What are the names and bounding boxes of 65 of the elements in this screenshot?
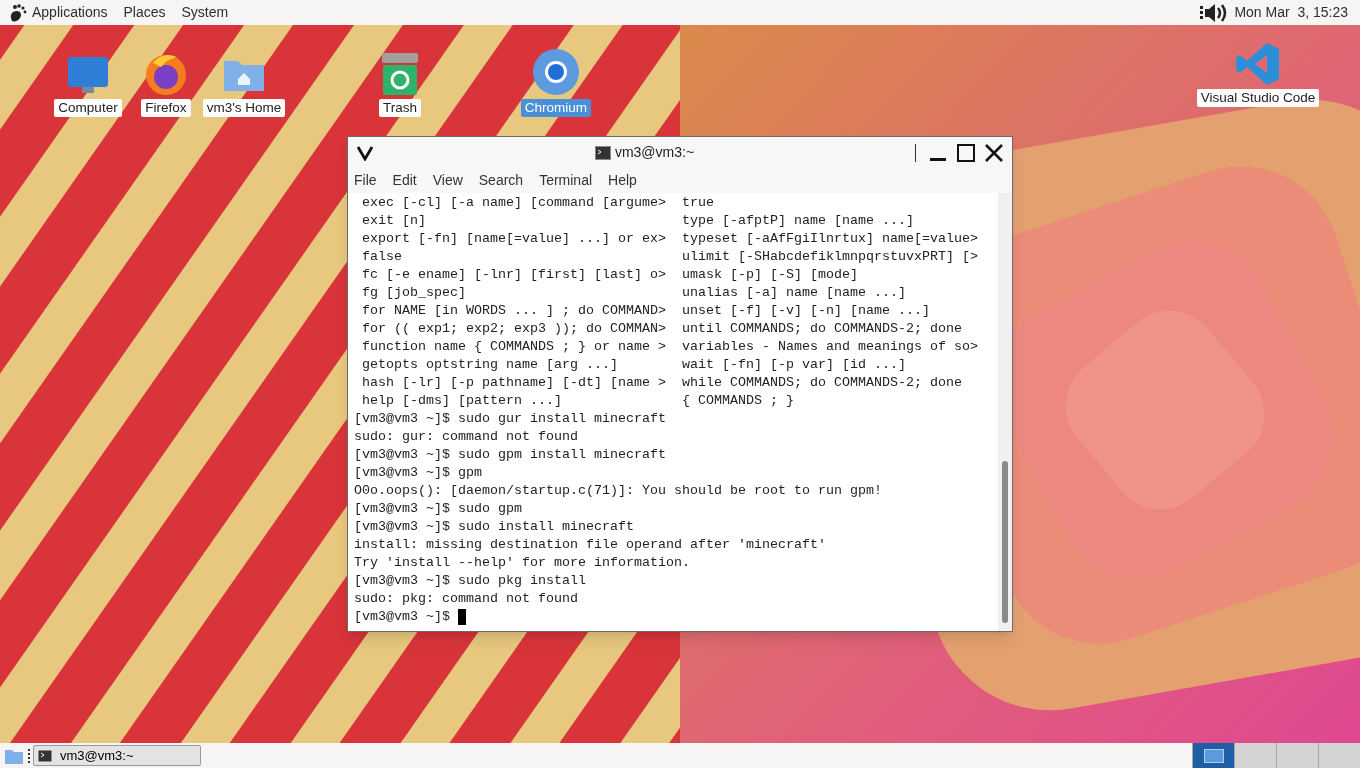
help-line: unset [-f] [-v] [-n] [name ...] (682, 302, 930, 320)
terminal-line: install: missing destination file operand after 'minecraft' (354, 537, 826, 552)
help-line: help [-dms] [pattern ...] (362, 392, 563, 410)
help-line: while COMMANDS; do COMMANDS-2; done (682, 374, 962, 392)
help-line: typeset [-aAfFgiIlnrtux] name[=value> (682, 230, 978, 248)
taskbar-button[interactable]: vm3@vm3:~ (33, 745, 201, 766)
terminal-line: [vm3@vm3 ~]$ sudo install minecraft (354, 519, 634, 534)
help-line: ulimit [-SHabcdefiklmnpqrstuvxPRT] [> (682, 248, 978, 266)
chromium-icon (531, 47, 581, 97)
foot-logo-icon (8, 2, 28, 23)
menu-item[interactable]: File (354, 170, 377, 191)
help-line: exec [-cl] [-a name] [command [argume> (362, 194, 667, 212)
menu-item[interactable]: Terminal (539, 170, 593, 191)
close-icon[interactable] (984, 142, 1004, 163)
terminal-line: [vm3@vm3 ~]$ gpm (354, 465, 482, 480)
menu-item[interactable]: Help (608, 170, 637, 191)
maximize-icon[interactable] (956, 142, 976, 163)
terminal-line: sudo: gur: command not found (354, 429, 578, 444)
terminal-line: sudo: pkg: command not found (354, 591, 578, 606)
help-line: unalias [-a] name [name ...] (682, 284, 906, 302)
terminal-line: O0o.oops(): [daemon/startup.c(71)]: You should be root to run gpm! (354, 483, 882, 498)
text-cursor (458, 609, 466, 625)
help-line: { COMMANDS ; } (682, 392, 794, 410)
terminal-line: [vm3@vm3 ~]$ sudo gur install minecraft (354, 411, 666, 426)
menu-item[interactable]: Search (478, 170, 524, 191)
help-line: hash [-lr] [-p pathname] [-dt] [name > (362, 374, 667, 392)
help-line: function name { COMMANDS ; } or name > (362, 338, 667, 356)
help-line: getopts optstring name [arg ...] (362, 356, 619, 374)
help-line: variables - Names and meanings of so> (682, 338, 978, 356)
window-menu-icon[interactable] (356, 144, 374, 161)
help-line: type [-afptP] name [name ...] (682, 212, 914, 230)
menu-item[interactable]: Edit (392, 170, 417, 191)
help-line: export [-fn] [name[=value] ...] or ex> (362, 230, 667, 248)
window-title: vm3@vm3:~ (614, 143, 695, 162)
terminal-line: Try 'install --help' for more information. (354, 555, 690, 570)
desktop-icon-label[interactable]: Computer (54, 99, 122, 117)
workspace[interactable] (1192, 743, 1234, 768)
help-line: true (682, 194, 714, 212)
help-line: wait [-fn] [-p var] [id ...] (682, 356, 906, 374)
terminal-icon (38, 749, 52, 762)
terminal-icon (594, 145, 611, 160)
terminal-line: [vm3@vm3 ~]$ sudo pkg install (354, 573, 586, 588)
help-line: until COMMANDS; do COMMANDS-2; done (682, 320, 962, 338)
prompt: [vm3@vm3 ~]$ (354, 608, 451, 626)
terminal-line: [vm3@vm3 ~]$ sudo gpm (354, 501, 522, 516)
help-line: fc [-e ename] [-lnr] [first] [last] o> (362, 266, 667, 284)
vscode-icon (1235, 41, 1281, 87)
desktop-icon-label[interactable]: vm3's Home (202, 99, 286, 117)
help-line: for NAME [in WORDS ... ] ; do COMMAND> (362, 302, 667, 320)
terminal-line: [vm3@vm3 ~]$ sudo gpm install minecraft (354, 447, 666, 462)
scrollbar[interactable] (998, 193, 1012, 631)
help-line: for (( exp1; exp2; exp3 )); do COMMAN> (362, 320, 667, 338)
desktop-icon-label[interactable]: Trash (379, 99, 421, 117)
help-line: false (362, 248, 403, 266)
panel-menu[interactable]: Applications (32, 2, 108, 23)
help-line: umask [-p] [-S] [mode] (682, 266, 858, 284)
help-line: exit [n] (362, 212, 427, 230)
menu-item[interactable]: View (432, 170, 463, 191)
desktop-icon-label[interactable]: Firefox (141, 99, 191, 117)
help-line: fg [job_spec] (362, 284, 467, 302)
panel-menu[interactable]: System (181, 2, 229, 23)
panel-menu[interactable]: Places (123, 2, 166, 23)
desktop-icon-label[interactable]: Visual Studio Code (1196, 89, 1320, 107)
clock[interactable]: Mon Mar 3, 15:23 (1234, 2, 1348, 23)
trash-icon (380, 51, 420, 97)
